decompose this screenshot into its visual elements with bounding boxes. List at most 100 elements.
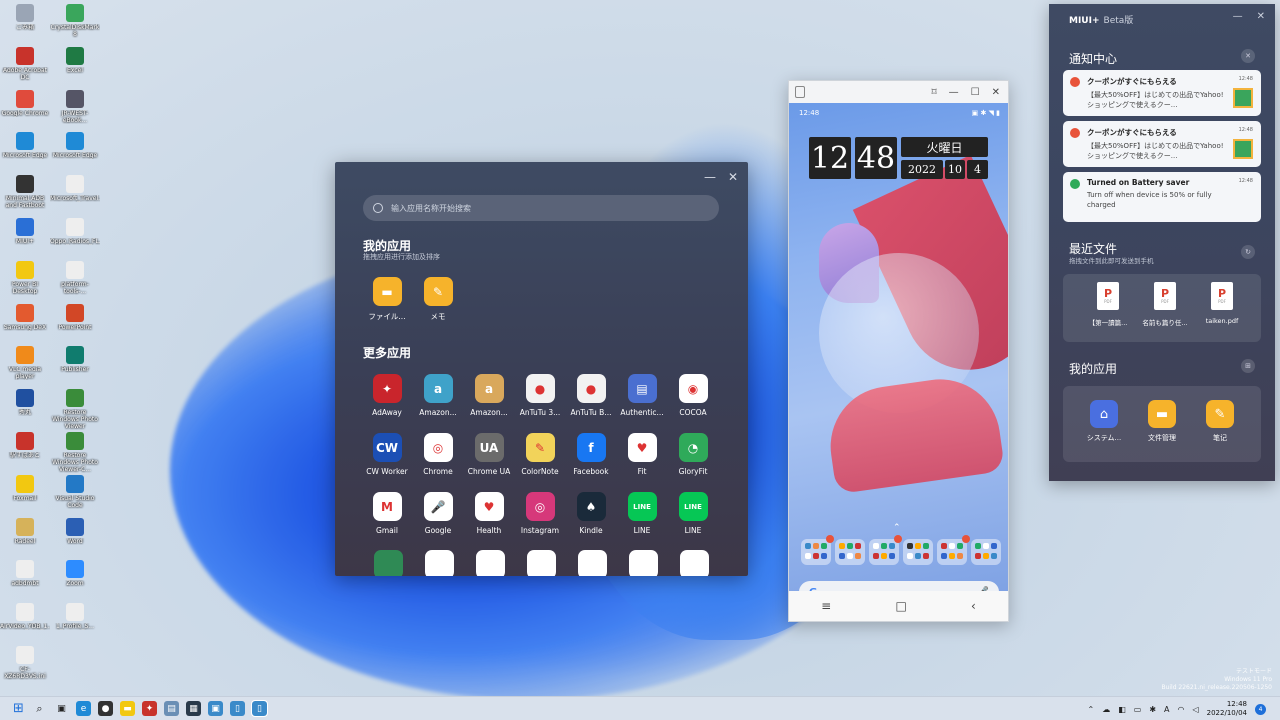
notification-card[interactable]: クーポンがすぐにもらえる 【最大50%OFF】はじめての出品でYahoo!ショッピ… <box>1063 70 1261 116</box>
language-indicator[interactable]: A <box>1164 705 1169 714</box>
desktop-icon[interactable]: platform-tools-... <box>50 260 100 303</box>
search-icon[interactable]: ⌕ <box>32 701 47 716</box>
drawer-chevron-icon[interactable]: ⌃ <box>893 523 901 533</box>
home-button[interactable]: □ <box>895 599 906 613</box>
miui-taskbar-icon[interactable]: ▯ <box>251 700 268 717</box>
close-button[interactable]: ✕ <box>1257 11 1265 22</box>
app-tile[interactable]: ✎ ColorNote <box>516 433 564 476</box>
app-tile[interactable]: ▤ Authentic... <box>618 374 666 417</box>
desktop-icon[interactable]: ごみ箱 <box>0 4 50 46</box>
desktop-icon[interactable]: CrystalDiskMark 8 <box>50 4 100 46</box>
grid-icon[interactable]: ⊞ <box>1241 359 1255 373</box>
google-search-bar[interactable]: G 🎤 <box>799 581 999 591</box>
app-tile[interactable]: ◔ GloryFit <box>669 433 717 476</box>
dock-folder[interactable] <box>869 535 902 565</box>
miui-app-tile[interactable]: ▬ 文件管理 <box>1134 400 1190 443</box>
desktop-icon[interactable]: Oppo_Radios_FL... <box>50 218 100 260</box>
desktop-icon[interactable]: Excel <box>50 46 100 89</box>
phone-mirror-taskbar-icon[interactable]: ▯ <box>230 701 245 716</box>
app-icon[interactable]: ✦ <box>142 701 157 716</box>
phone-screen[interactable]: 12:48 ▣ ✱ ◥ ▮ 12 48 火曜日 2022 10 4 ⌃ G 🎤 <box>789 103 1008 591</box>
app-tile[interactable]: LINE LINE <box>669 492 717 535</box>
recent-file[interactable]: P PDF 【第一讀篇... <box>1083 282 1133 327</box>
clear-notifications-button[interactable]: ✕ <box>1241 49 1255 63</box>
desktop-icon[interactable]: Radeel <box>0 517 50 560</box>
app-icon[interactable]: ● <box>98 701 113 716</box>
app-tile[interactable]: ◎ Instagram <box>516 492 564 535</box>
battery-icon[interactable]: ▭ <box>1134 705 1142 714</box>
menu-button[interactable]: ≡ <box>821 599 831 613</box>
app-search-input[interactable]: 输入应用名称开始搜索 <box>363 195 719 221</box>
desktop-icon[interactable]: Visual Studio Code <box>50 474 100 517</box>
notification-card[interactable]: クーポンがすぐにもらえる 【最大50%OFF】はじめての出品でYahoo!ショッピ… <box>1063 121 1261 167</box>
app-icon[interactable]: ▦ <box>186 701 201 716</box>
back-button[interactable]: ‹ <box>971 599 976 613</box>
desktop-icon[interactable]: 1_Profile_S... <box>50 603 100 645</box>
close-button[interactable]: ✕ <box>992 87 1000 98</box>
desktop-icon[interactable]: Microsoft Edge <box>0 132 50 174</box>
desktop-icon[interactable]: JR-WEST-eBook... <box>50 89 100 132</box>
app-tile[interactable]: ◎ Chrome <box>414 433 462 476</box>
miui-app-tile[interactable]: ⌂ システム... <box>1076 400 1132 443</box>
miui-app-tile[interactable]: ✎ 笔记 <box>1192 400 1248 443</box>
desktop-icon[interactable]: CF-XZ6RD3VS.ini <box>0 646 50 688</box>
app-tile[interactable]: ♥ Fit <box>618 433 666 476</box>
close-button[interactable]: ✕ <box>728 170 738 184</box>
dock-folder[interactable] <box>903 539 933 565</box>
maximize-button[interactable]: ☐ <box>971 87 980 98</box>
app-tile[interactable]: ✦ AdAway <box>363 374 411 417</box>
app-tile[interactable]: f Facebook <box>567 433 615 476</box>
bluetooth-icon[interactable]: ✱ <box>1149 705 1156 714</box>
desktop-icon[interactable]: Samsung DeX <box>0 303 50 346</box>
desktop-icon[interactable]: Power BI Desktop <box>0 260 50 303</box>
dock-folder[interactable] <box>835 539 865 565</box>
desktop-icon[interactable]: MIUI+ <box>0 218 50 260</box>
dock-folder[interactable] <box>937 535 970 565</box>
app-tile[interactable]: ● AnTuTu 3... <box>516 374 564 417</box>
app-tile[interactable]: 🎤 Google <box>414 492 462 535</box>
start-icon[interactable]: ⊞ <box>11 701 26 716</box>
pin-icon[interactable]: ⌑ <box>932 87 937 98</box>
app-tile[interactable]: LINE LINE <box>618 492 666 535</box>
app-tile[interactable]: ♥ Health <box>465 492 513 535</box>
wifi-icon[interactable]: ◠ <box>1178 705 1185 714</box>
desktop-icon[interactable]: Google Chrome <box>0 89 50 132</box>
app-tile[interactable]: M Gmail <box>363 492 411 535</box>
app-icon[interactable]: ▣ <box>208 701 223 716</box>
desktop-icon[interactable]: Minimal ADB and Fastboot <box>0 175 50 217</box>
desktop-icon[interactable]: Zoom <box>50 560 100 602</box>
mirror-icon[interactable] <box>795 86 805 98</box>
desktop-icon[interactable]: Microsoft Edge <box>50 132 100 174</box>
app-icon[interactable]: ▤ <box>164 701 179 716</box>
notification-card[interactable]: Turned on Battery saver Turn off when dev… <box>1063 172 1261 222</box>
minimize-button[interactable]: — <box>1233 11 1243 22</box>
desktop-icon[interactable]: AirVideo_YDB_1... <box>0 603 50 645</box>
app-tile[interactable]: CW CW Worker <box>363 433 411 476</box>
volume-icon[interactable]: ◁ <box>1192 705 1198 714</box>
notification-badge[interactable]: 4 <box>1255 703 1266 715</box>
desktop-icon[interactable]: PowerPoint <box>50 303 100 346</box>
desktop-icon[interactable]: adbdmbt <box>0 560 50 602</box>
file-explorer-icon[interactable]: ▬ <box>120 701 135 716</box>
desktop-icon[interactable]: Publisher <box>50 346 100 388</box>
cloud-icon[interactable]: ☁ <box>1102 705 1110 714</box>
refresh-icon[interactable]: ↻ <box>1241 245 1255 259</box>
app-tile[interactable]: ● AnTuTu B... <box>567 374 615 417</box>
desktop-icon[interactable]: Restore Windows Photo Viewer <box>50 389 100 431</box>
dock-folder[interactable] <box>801 535 834 565</box>
app-tile[interactable]: ▬ ファイル... <box>363 277 411 322</box>
app-tile[interactable]: a Amazon... <box>465 374 513 417</box>
desktop-icon[interactable]: VLC media player <box>0 346 50 388</box>
desktop-icon[interactable]: 秀丸 <box>0 389 50 431</box>
network-icon[interactable]: ◧ <box>1118 705 1126 714</box>
app-tile[interactable]: UA Chrome UA <box>465 433 513 476</box>
app-tile[interactable]: ♠ Kindle <box>567 492 615 535</box>
recent-file[interactable]: P PDF taiken.pdf <box>1197 282 1247 325</box>
minimize-button[interactable]: — <box>949 87 959 98</box>
desktop-icon[interactable]: Adobe Acrobat DC <box>0 46 50 89</box>
app-tile[interactable]: ✎ メモ <box>414 277 462 322</box>
minimize-button[interactable]: — <box>704 170 716 184</box>
desktop-icon[interactable]: Restore Windows Photo Viewer-C... <box>50 432 100 474</box>
desktop-icon[interactable]: Word <box>50 517 100 560</box>
app-tile[interactable]: ◉ COCOA <box>669 374 717 417</box>
